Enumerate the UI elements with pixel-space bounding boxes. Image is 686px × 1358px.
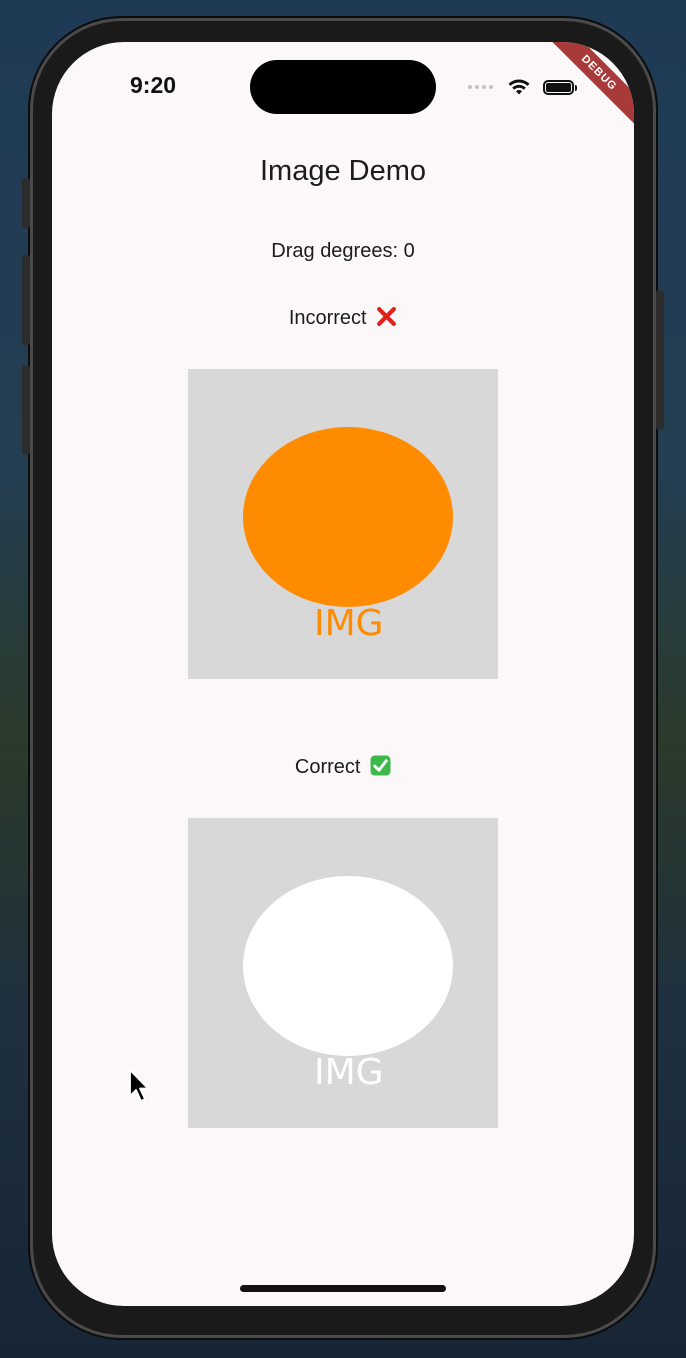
home-indicator[interactable] [240, 1285, 446, 1292]
incorrect-label: Incorrect [288, 307, 367, 329]
wifi-icon [508, 79, 530, 95]
cellular-signal-icon [468, 85, 493, 89]
page-title: Image Demo [259, 155, 426, 187]
cross-mark-icon [377, 307, 397, 326]
power-button [656, 290, 664, 430]
status-indicators [468, 75, 577, 99]
incorrect-heading: Incorrect [52, 306, 634, 330]
correct-image[interactable]: IMG [188, 818, 498, 1128]
correct-image-ellipse [243, 876, 453, 1056]
dynamic-island [250, 60, 436, 114]
correct-image-text: IMG [314, 1052, 384, 1093]
action-button [22, 178, 30, 228]
drag-degrees-text: Drag degrees: 0 [271, 240, 415, 262]
volume-down-button [22, 365, 30, 455]
mouse-pointer-icon [129, 1069, 149, 1102]
check-mark-button-icon [370, 755, 391, 776]
volume-up-button [22, 255, 30, 345]
battery-icon [543, 79, 577, 95]
correct-label: Correct [294, 756, 361, 778]
incorrect-image-ellipse [243, 427, 453, 607]
status-time: 9:20 [130, 72, 177, 98]
phone-screen: 9:20 DEBUG Image Demo Drag degrees: 0 In… [52, 42, 634, 1306]
correct-heading: Correct [52, 755, 634, 779]
incorrect-image[interactable]: IMG [188, 369, 498, 679]
incorrect-image-text: IMG [314, 603, 384, 644]
